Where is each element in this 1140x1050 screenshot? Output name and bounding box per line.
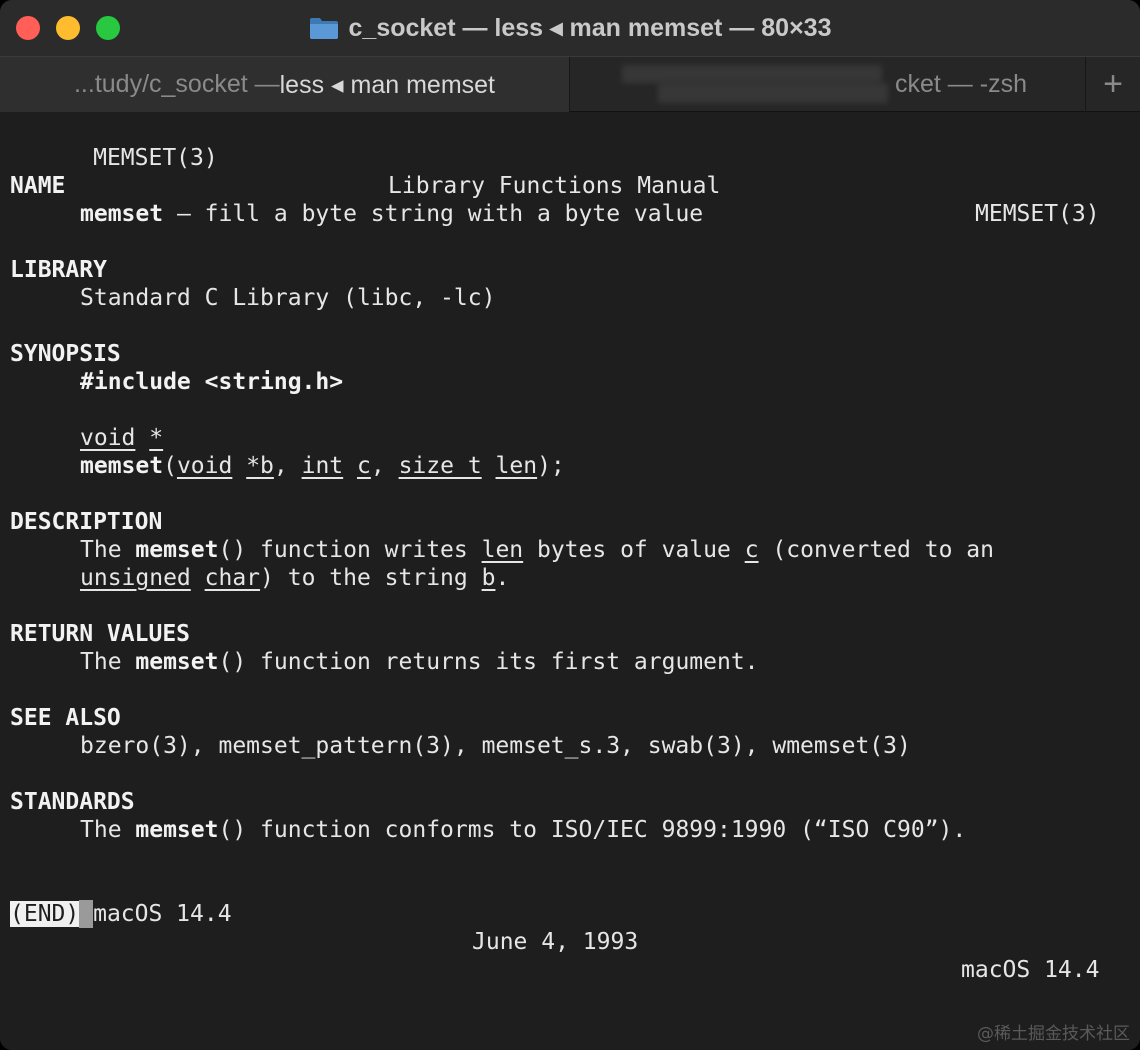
footer-center: June 4, 1993: [472, 929, 639, 955]
desc-func: memset: [135, 537, 219, 563]
section-heading-name: NAME: [10, 173, 66, 199]
watermark: @稀土掘金技术社区: [977, 1024, 1130, 1044]
header-right: MEMSET(3): [975, 201, 1100, 227]
return-type: void: [80, 425, 136, 451]
desc-text: .: [495, 565, 510, 591]
man-footer: macOS 14.4 June 4, 1993 macOS 14.4: [10, 872, 1105, 983]
desc-text: (converted to an: [758, 537, 994, 563]
pager-prompt[interactable]: (END): [10, 900, 94, 928]
param-name: *b: [246, 453, 274, 479]
desc-text: bytes of value: [523, 537, 745, 563]
prototype-line: memset(void *b, int c, size_t len);: [80, 452, 565, 480]
desc-arg: char: [204, 565, 261, 591]
desc-arg: len: [481, 537, 524, 563]
section-heading-synopsis: SYNOPSIS: [10, 341, 121, 367]
blurred-region: [658, 83, 888, 103]
param-type: int: [301, 453, 344, 479]
tab-label-path: ...tudy/c_socket —: [73, 70, 280, 98]
section-heading-return-values: RETURN VALUES: [10, 621, 191, 647]
tab-zsh[interactable]: cket — -zsh: [569, 57, 1085, 112]
library-text: Standard C Library (libc, -lc): [80, 285, 496, 311]
plus-icon: +: [1103, 65, 1123, 103]
std-func: memset: [135, 817, 219, 843]
desc-arg: c: [744, 537, 759, 563]
footer-left: macOS 14.4: [93, 901, 232, 927]
window-title: c_socket — less ◂ man memset — 80×33: [348, 14, 832, 42]
standards-line: The memset() function conforms to ISO/IE…: [80, 816, 966, 844]
terminal-window: c_socket — less ◂ man memset — 80×33 ...…: [0, 0, 1140, 1050]
header-left: MEMSET(3): [93, 145, 218, 171]
include-line: #include <string.h>: [80, 369, 344, 395]
section-heading-description: DESCRIPTION: [10, 509, 163, 535]
tab-bar: ...tudy/c_socket — less ◂ man memset cke…: [0, 56, 1140, 112]
comma: ,: [370, 453, 399, 479]
header-center: Library Functions Manual: [388, 173, 721, 199]
return-pointer: *: [149, 425, 164, 451]
std-text: () function conforms to ISO/IEC 9899:199…: [218, 817, 967, 843]
man-header: MEMSET(3) Library Functions Manual MEMSE…: [10, 116, 1100, 227]
param-name: len: [495, 453, 538, 479]
ret-text: The: [80, 649, 136, 675]
new-tab-button[interactable]: +: [1085, 57, 1140, 112]
desc-arg: b: [481, 565, 496, 591]
ret-text: () function returns its first argument.: [218, 649, 759, 675]
title-bar[interactable]: c_socket — less ◂ man memset — 80×33: [0, 0, 1140, 56]
param-type: size_t: [398, 453, 482, 479]
proto-func: memset: [80, 453, 164, 479]
ret-func: memset: [135, 649, 219, 675]
see-also-line: bzero(3), memset_pattern(3), memset_s.3,…: [80, 733, 911, 759]
func-name: memset: [80, 201, 164, 227]
end-indicator: (END): [10, 901, 80, 927]
paren-open: (: [163, 453, 177, 479]
desc-text: () function writes: [218, 537, 482, 563]
tab-label: cket — -zsh: [895, 70, 1027, 98]
section-heading-standards: STANDARDS: [10, 789, 135, 815]
return-values-line: The memset() function returns its first …: [80, 648, 759, 676]
desc-text: ) to the string: [260, 565, 482, 591]
name-description: – fill a byte string with a byte value: [163, 201, 704, 227]
text-cursor: [79, 900, 94, 928]
description-line-1: The memset() function writes len bytes o…: [80, 536, 994, 564]
description-line-2: unsigned char) to the string b.: [80, 564, 509, 592]
param-type: void: [176, 453, 233, 479]
footer-right: macOS 14.4: [961, 957, 1100, 983]
return-type-line: void *: [80, 424, 163, 452]
section-heading-see-also: SEE ALSO: [10, 705, 121, 731]
param-name: c: [357, 453, 371, 479]
window-title-container: c_socket — less ◂ man memset — 80×33: [0, 0, 1140, 56]
desc-arg: unsigned: [80, 565, 191, 591]
name-line: memset – fill a byte string with a byte …: [80, 200, 703, 228]
section-heading-library: LIBRARY: [10, 257, 107, 283]
tab-label-command: less ◂ man memset: [279, 70, 496, 99]
comma: ,: [273, 453, 302, 479]
folder-icon: [309, 16, 339, 40]
std-text: The: [80, 817, 136, 843]
terminal-content[interactable]: MEMSET(3) Library Functions Manual MEMSE…: [0, 112, 1140, 1050]
tab-man-memset[interactable]: ...tudy/c_socket — less ◂ man memset: [0, 57, 569, 112]
desc-text: The: [80, 537, 136, 563]
paren-close: );: [537, 453, 565, 479]
blurred-region: [622, 65, 882, 83]
